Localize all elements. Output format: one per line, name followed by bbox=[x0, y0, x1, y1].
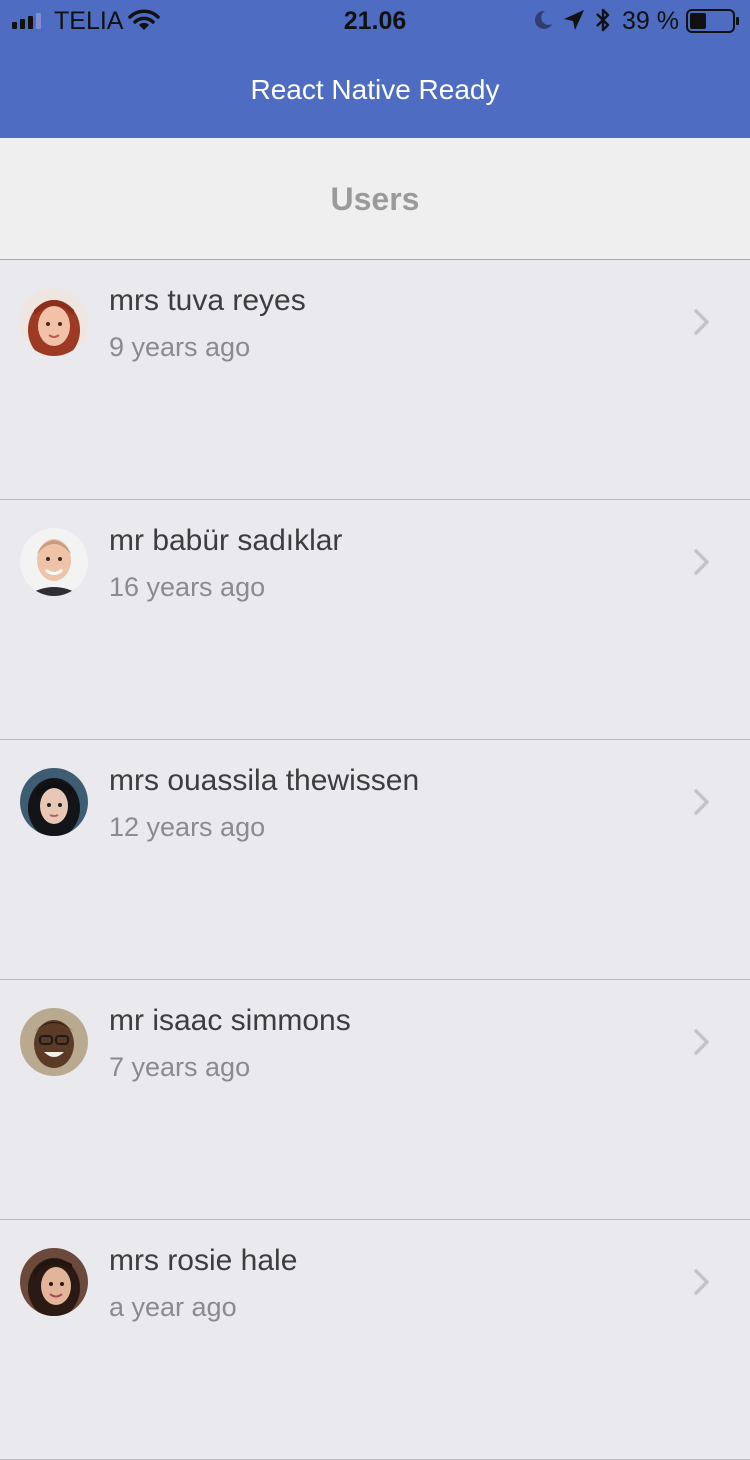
list-item[interactable]: mrs tuva reyes 9 years ago bbox=[0, 260, 750, 500]
chevron-right-icon bbox=[694, 1269, 709, 1295]
user-name: mrs rosie hale bbox=[109, 1244, 298, 1277]
location-arrow-icon bbox=[564, 10, 584, 30]
user-subtitle: 16 years ago bbox=[109, 572, 266, 602]
section-title: Users bbox=[330, 181, 420, 217]
list-item[interactable]: mrs ouassila thewissen 12 years ago bbox=[0, 740, 750, 980]
user-subtitle: 12 years ago bbox=[109, 812, 266, 842]
woman-redhead-avatar bbox=[20, 288, 88, 356]
chevron-right-icon bbox=[694, 549, 709, 575]
section-header: Users bbox=[0, 138, 750, 260]
man-bald-avatar bbox=[20, 528, 88, 596]
chevron-right-icon bbox=[694, 789, 709, 815]
man-glasses-avatar bbox=[20, 1008, 88, 1076]
moon-icon bbox=[534, 10, 552, 29]
nav-title: React Native Ready bbox=[250, 74, 500, 105]
battery-percent: 39 % bbox=[622, 7, 679, 35]
user-name: mrs ouassila thewissen bbox=[109, 764, 420, 797]
user-list: mrs tuva reyes 9 years ago mr babür sadı… bbox=[0, 260, 750, 1460]
user-name: mrs tuva reyes bbox=[109, 284, 306, 317]
user-subtitle: 9 years ago bbox=[109, 332, 251, 362]
bluetooth-icon bbox=[596, 8, 610, 32]
chevron-right-icon bbox=[694, 1029, 709, 1055]
woman-brown-hair-avatar bbox=[20, 1248, 88, 1316]
user-subtitle: 7 years ago bbox=[109, 1052, 251, 1082]
user-subtitle: a year ago bbox=[109, 1292, 237, 1322]
status-bar: TELIA 21.06 39 % bbox=[0, 0, 750, 40]
list-item[interactable]: mr babür sadıklar 16 years ago bbox=[0, 500, 750, 740]
chevron-right-icon bbox=[694, 309, 709, 335]
list-item[interactable]: mrs rosie hale a year ago bbox=[0, 1220, 750, 1460]
user-name: mr babür sadıklar bbox=[109, 524, 343, 557]
user-name: mr isaac simmons bbox=[109, 1004, 351, 1037]
list-item[interactable]: mr isaac simmons 7 years ago bbox=[0, 980, 750, 1220]
app-header: TELIA 21.06 39 % React Native Ready bbox=[0, 0, 750, 138]
battery-icon bbox=[686, 9, 739, 33]
woman-dark-hair-avatar bbox=[20, 768, 88, 836]
